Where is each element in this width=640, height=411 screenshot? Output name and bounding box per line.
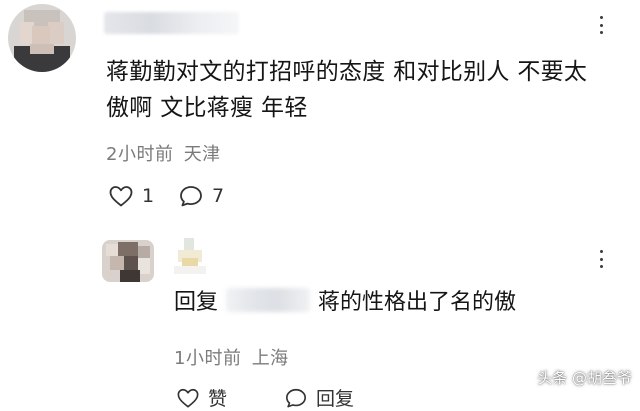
comment-bubble-icon [180,186,202,207]
comment-bubble-icon [286,388,306,407]
reply-reply-label: 回复 [316,388,355,410]
comment-time: 2小时前 [106,144,174,165]
like-count: 1 [142,185,155,207]
username-blurred [104,12,239,34]
reply-time: 1小时前 [174,348,242,369]
reply-prefix: 回复 [174,290,219,315]
reply-like-label: 赞 [208,388,228,410]
reply-more-vertical-icon[interactable] [590,248,612,270]
more-vertical-icon[interactable] [590,14,612,36]
heart-icon [109,186,133,207]
comment-location: 天津 [183,144,221,165]
reply-location: 上海 [251,348,289,369]
heart-icon [177,388,199,408]
comment-text: 蒋勤勤对文的打招呼的态度 和对比别人 不要太傲啊 文比蒋瘦 年轻 [106,59,588,121]
comment-meta: 2小时前 天津 [106,140,221,166]
user-avatar[interactable] [8,4,76,72]
reply-meta: 1小时前 上海 [174,344,289,370]
reply-reply-button[interactable]: 回复 [284,384,354,411]
reply-user-avatar[interactable] [102,240,154,282]
watermark: 头条 @胡叁爷 [537,369,632,387]
reply-username-blurred [174,238,206,274]
reply-mention-blurred [226,288,311,312]
reply-like-button[interactable]: 赞 [176,384,227,411]
like-button[interactable]: 1 [108,184,154,208]
reply-count-button[interactable]: 7 [178,184,224,208]
reply-text: 回复 蒋的性格出了名的傲 [174,284,516,316]
reply-content: 蒋的性格出了名的傲 [318,290,517,315]
reply-count: 7 [212,185,225,207]
